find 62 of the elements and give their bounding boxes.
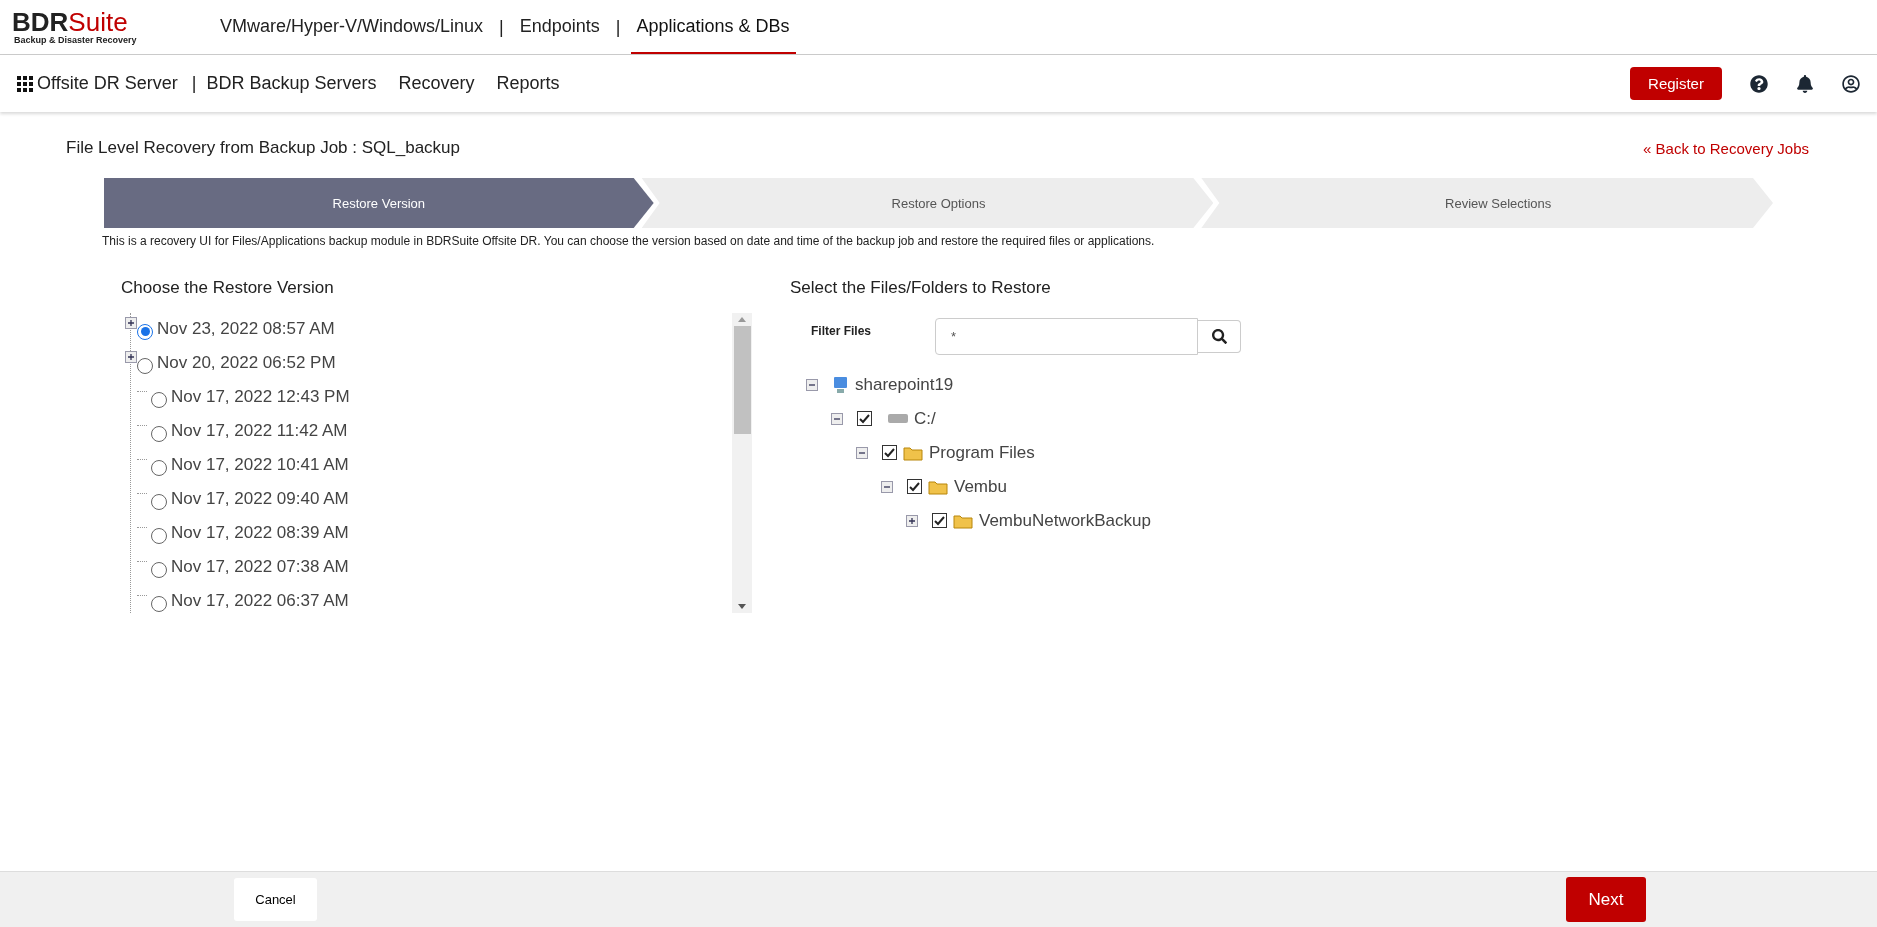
checkbox[interactable]: [932, 513, 947, 528]
nav-link[interactable]: BDR Backup Servers: [206, 73, 377, 94]
version-label[interactable]: Nov 17, 2022 10:41 AM: [171, 454, 349, 475]
version-label[interactable]: Nov 17, 2022 12:43 PM: [171, 386, 350, 407]
tree-item-label[interactable]: VembuNetworkBackup: [979, 510, 1151, 531]
section-heading: Select the Files/Folders to Restore: [790, 278, 1052, 298]
separator: |: [615, 16, 621, 38]
tree-item-label[interactable]: C:/: [914, 408, 936, 429]
expand-icon[interactable]: [125, 317, 137, 329]
collapse-icon[interactable]: [881, 480, 893, 493]
collapse-icon[interactable]: [856, 446, 868, 459]
cancel-button[interactable]: Cancel: [234, 878, 317, 921]
collapse-icon[interactable]: [806, 378, 818, 391]
product-tab[interactable]: VMware/Hyper-V/Windows/Linux: [214, 0, 490, 54]
search-button[interactable]: [1198, 320, 1241, 353]
wizard-step[interactable]: Restore Version: [104, 178, 654, 228]
drive-icon: [888, 414, 908, 423]
checkbox[interactable]: [907, 479, 922, 494]
bell-icon[interactable]: [1796, 74, 1814, 93]
version-label[interactable]: Nov 17, 2022 08:39 AM: [171, 522, 349, 543]
user-icon[interactable]: [1842, 74, 1860, 93]
separator: |: [191, 73, 197, 94]
nav-link[interactable]: Recovery: [398, 73, 475, 94]
description: This is a recovery UI for Files/Applications backup module in BDRSuite Offsite DR. You can choose the version based on date and time of the backup job and restore the required files or applications.: [102, 234, 1156, 248]
version-label[interactable]: Nov 17, 2022 11:42 AM: [171, 420, 348, 441]
scroll-down-icon[interactable]: [738, 604, 746, 609]
wizard-step[interactable]: Restore Options: [641, 178, 1214, 228]
expand-icon[interactable]: [125, 351, 137, 363]
folder-icon: [953, 512, 973, 529]
back-link[interactable]: « Back to Recovery Jobs: [1643, 139, 1809, 157]
expand-icon[interactable]: [906, 514, 918, 527]
version-label[interactable]: Nov 17, 2022 07:38 AM: [171, 556, 349, 577]
folder-icon: [928, 478, 948, 495]
product-tab[interactable]: Endpoints: [513, 0, 606, 54]
tree-item-label[interactable]: Program Files: [929, 442, 1035, 463]
register-button[interactable]: Register: [1630, 67, 1722, 100]
collapse-icon[interactable]: [831, 412, 843, 425]
wizard-step[interactable]: Review Selections: [1201, 178, 1773, 228]
product-name[interactable]: Offsite DR Server: [37, 73, 178, 94]
page-title: File Level Recovery from Backup Job : SQL_backup: [66, 138, 461, 158]
folder-icon: [903, 444, 923, 461]
logo: BDRSuite Backup & Disaster Recovery: [12, 6, 138, 47]
version-label[interactable]: Nov 17, 2022 06:37 AM: [171, 590, 349, 611]
version-label[interactable]: Nov 23, 2022 08:57 AM: [157, 318, 335, 339]
filter-label: Filter Files: [810, 323, 873, 338]
help-icon[interactable]: [1750, 74, 1768, 93]
scrollbar[interactable]: [732, 313, 752, 613]
computer-icon: [832, 375, 849, 394]
checkbox[interactable]: [882, 445, 897, 460]
tree-item-label[interactable]: Vembu: [954, 476, 1007, 497]
filter-field[interactable]: *: [935, 318, 1198, 355]
tree-item-label[interactable]: sharepoint19: [855, 374, 954, 395]
checkbox[interactable]: [857, 411, 872, 426]
grid-icon[interactable]: [17, 75, 33, 92]
version-label[interactable]: Nov 20, 2022 06:52 PM: [157, 352, 336, 373]
separator: |: [499, 16, 504, 38]
next-button[interactable]: Next: [1566, 877, 1646, 922]
nav-link[interactable]: Reports: [496, 73, 560, 94]
section-heading: Choose the Restore Version: [121, 278, 335, 298]
product-tab[interactable]: Applications & DBs: [630, 0, 796, 54]
search-icon: [1211, 329, 1227, 344]
version-label[interactable]: Nov 17, 2022 09:40 AM: [171, 488, 349, 509]
